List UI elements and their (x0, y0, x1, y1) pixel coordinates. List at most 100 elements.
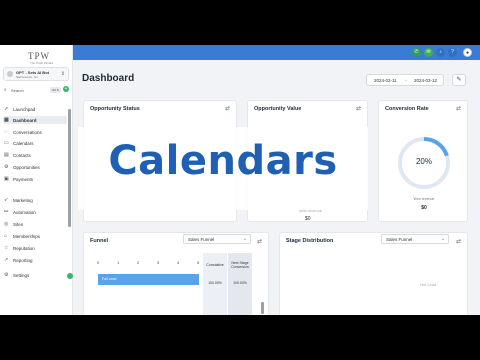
sidebar-item-payments[interactable]: ▣ Payments (3, 175, 67, 183)
sidebar-item-label: Payments (13, 177, 34, 182)
sidebar-item-memberships[interactable]: ⌂ Memberships (3, 232, 67, 240)
sidebar-item-label: Dashboard (13, 118, 37, 123)
quick-add-button[interactable]: + (63, 86, 69, 92)
collapse-sidebar-button[interactable] (67, 273, 73, 279)
arrow-right-icon: → (403, 77, 408, 83)
next-stage-value: 100.00% (233, 281, 247, 285)
sidebar-search[interactable]: ⌕ Search ctrl K + (3, 86, 69, 95)
sidebar-item-dashboard[interactable]: ▦ Dashboard (3, 116, 67, 124)
stage-select[interactable]: Sales Funnel ⌄ (381, 234, 449, 244)
funnel-axis-tick: 3 (157, 260, 160, 265)
funnel-select-value: Sales Funnel (188, 237, 215, 242)
sidebar-item-calendars[interactable]: ▭ Calendars (3, 139, 67, 147)
swap-icon[interactable]: ⇄ (456, 238, 461, 245)
dashboard-icon: ▦ (4, 117, 9, 123)
swap-icon[interactable]: ⇄ (456, 105, 461, 112)
stage-label: Hot Lead (420, 282, 437, 287)
conversion-percent: 20% (415, 157, 432, 166)
sidebar-item-automation[interactable]: ⚯ Automation (3, 208, 67, 216)
next-stage-header: Next Stage Conversion (231, 261, 249, 269)
total-revenue-value: $0 (305, 216, 311, 222)
rocket-icon: ➚ (4, 106, 9, 112)
automation-icon: ⚯ (4, 209, 9, 215)
search-label: Search (11, 88, 24, 93)
sidebar-item-reputation[interactable]: ☆ Reputation (3, 244, 67, 252)
app-frame: TPW The Profit Wizard GPT - Sets AI Bot … (0, 45, 480, 315)
chat-icon: ◌ (4, 129, 7, 135)
swap-icon[interactable]: ⇄ (257, 238, 262, 245)
card-title: Stage Distribution (286, 238, 334, 244)
sidebar-item-label: Conversations (13, 130, 42, 135)
top-bar: ✆ ✉ ♪ ? ● (73, 45, 480, 60)
calendar-icon: ▭ (4, 140, 9, 146)
opportunities-icon: ⚙ (4, 164, 9, 170)
swap-icon[interactable]: ⇄ (356, 105, 361, 112)
swap-icon[interactable]: ⇄ (225, 105, 230, 112)
funnel-axis-tick: 0 (97, 260, 100, 265)
overlay-title: Calendars (108, 138, 338, 184)
sidebar-item-label: Contacts (13, 153, 31, 158)
sidebar-item-contacts[interactable]: ▤ Contacts (3, 151, 67, 159)
funnel-axis-tick: 2 (137, 260, 140, 265)
funnel-axis-tick: 4 (177, 260, 180, 265)
search-icon: ⌕ (4, 87, 7, 93)
logo: TPW (28, 51, 50, 61)
funnel-bar-label: Fall Lead (102, 277, 117, 281)
sidebar-item-reporting[interactable]: ↗ Reporting (3, 256, 67, 264)
funnel-select[interactable]: Sales Funnel ⌄ (183, 234, 251, 244)
sidebar-item-label: Reporting (13, 258, 33, 263)
date-start: 2024-02-11 (374, 78, 397, 83)
sidebar-item-label: Sites (13, 222, 24, 227)
sidebar-item-label: Settings (13, 273, 30, 278)
cumulative-header: Cumulative (206, 263, 224, 267)
reporting-icon: ↗ (4, 257, 9, 263)
phone-icon[interactable]: ✆ (412, 48, 421, 57)
date-end: 2024-03-12 (414, 78, 438, 83)
sidebar-item-label: Reputation (13, 246, 35, 251)
megaphone-icon[interactable]: ✉ (424, 48, 433, 57)
edit-dashboard-button[interactable]: ✎ (452, 74, 466, 86)
sidebar-item-marketing[interactable]: ➶ Marketing (3, 196, 67, 204)
payments-icon: ▣ (4, 176, 9, 182)
reputation-icon: ☆ (4, 245, 9, 251)
sidebar-item-label: Memberships (13, 234, 41, 239)
marketing-icon: ➶ (4, 197, 9, 203)
help-icon[interactable]: ? (448, 48, 457, 57)
won-revenue-label: Won revenue (413, 197, 435, 201)
chevron-down-icon: ⌄ (440, 236, 445, 242)
sidebar-item-opportunities[interactable]: ⚙ Opportunities (3, 163, 67, 171)
sidebar-item-sites[interactable]: ◎ Sites (3, 220, 67, 228)
card-title: Opportunity Status (90, 106, 140, 112)
card-title: Funnel (90, 238, 109, 244)
funnel-axis-tick: 5 (197, 260, 200, 265)
sidebar-item-launchpad[interactable]: ➚ Launchpad (3, 105, 67, 113)
gear-icon: ⚙ (4, 272, 9, 278)
sidebar-item-label: Marketing (13, 198, 33, 203)
page-title: Dashboard (82, 73, 135, 84)
sidebar-item-settings[interactable]: ⚙ Settings (3, 271, 67, 279)
account-location: Sacramento, NJ (16, 75, 38, 79)
sidebar-item-label: Launchpad (13, 107, 36, 112)
sidebar-item-label: Calendars (13, 141, 34, 146)
avatar[interactable]: ● (463, 48, 472, 57)
sidebar-item-label: Opportunities (13, 165, 40, 170)
logo-subtitle: The Profit Wizard (30, 61, 54, 65)
won-revenue-value: $0 (421, 205, 427, 211)
sidebar: TPW The Profit Wizard GPT - Sets AI Bot … (0, 45, 73, 315)
sidebar-scrollbar[interactable] (68, 109, 71, 227)
cumulative-value: 100.00% (208, 281, 222, 285)
sites-icon: ◎ (4, 221, 9, 227)
funnel-axis-tick: 1 (117, 260, 120, 265)
chevron-updown-icon: ⇕ (60, 71, 65, 77)
card-title: Opportunity Value (254, 106, 302, 112)
sidebar-item-conversations[interactable]: ◌ Conversations (3, 128, 67, 136)
search-shortcut: ctrl K (50, 87, 61, 93)
memberships-icon: ⌂ (4, 233, 8, 239)
funnel-scrollbar[interactable] (261, 302, 264, 314)
date-range-picker[interactable]: 2024-02-11 → 2024-03-12 (366, 74, 444, 86)
chevron-down-icon: ⌄ (242, 236, 247, 242)
bell-icon[interactable]: ♪ (436, 48, 445, 57)
sidebar-item-label: Automation (13, 210, 36, 215)
stage-select-value: Sales Funnel (386, 237, 413, 242)
account-switcher[interactable]: GPT - Sets AI Bot Sacramento, NJ ⇕ (3, 67, 69, 81)
